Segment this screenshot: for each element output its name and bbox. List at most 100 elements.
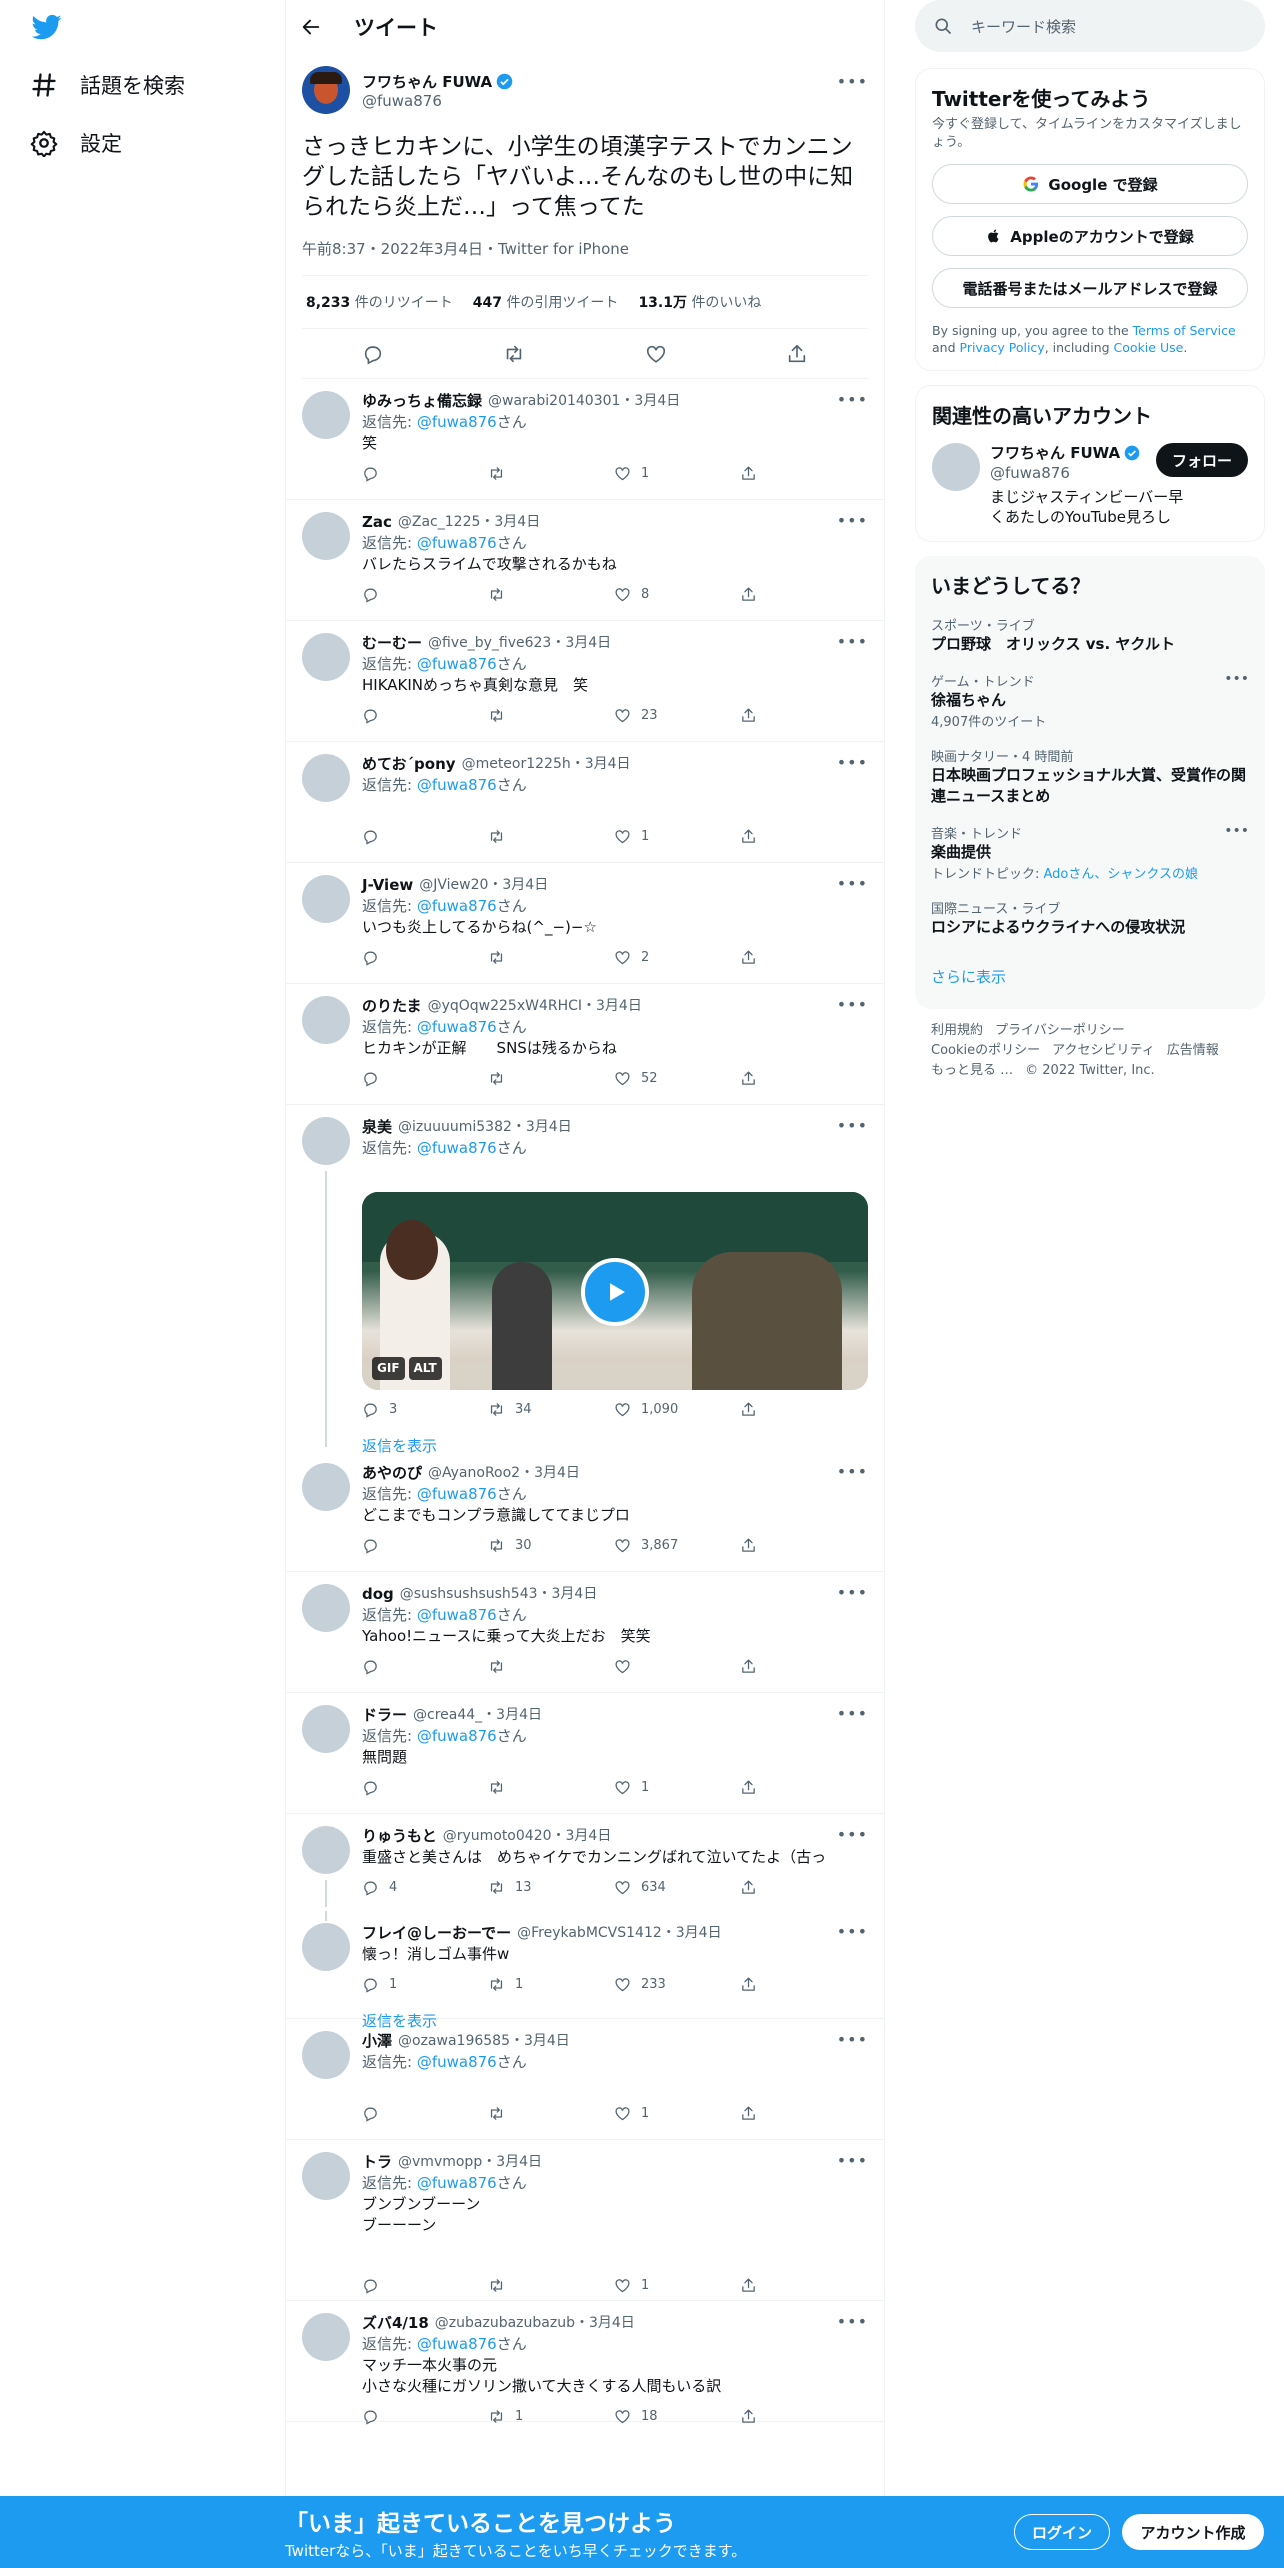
retweet-button[interactable]: 13 [488, 1877, 614, 1898]
reply-author-handle[interactable]: @yqOqw225xW4RHCI・3月4日 [428, 996, 642, 1017]
reply-author-handle[interactable]: @five_by_five623・3月4日 [428, 633, 611, 654]
reply-author-name[interactable]: ゆみっちょ備忘録 [362, 391, 482, 412]
reply-item[interactable]: めておˊpony @meteor1225h・3月4日 ••• 返信先: @fuwa87… [286, 742, 884, 863]
more-icon[interactable]: ••• [1224, 671, 1249, 687]
footer-accessibility[interactable]: アクセシビリティ [1052, 1043, 1155, 1058]
reply-item[interactable]: むーむー @five_by_five623・3月4日 ••• 返信先: @fuwa87… [286, 621, 884, 742]
reply-author-name[interactable]: 泉美 [362, 1117, 392, 1138]
retweet-count[interactable]: 8,233 件のリツイート [306, 292, 453, 312]
avatar[interactable] [302, 996, 350, 1044]
reply-button[interactable] [362, 2408, 488, 2425]
like-icon[interactable] [645, 343, 667, 365]
reply-to-handle[interactable]: @fuwa876 [417, 897, 497, 915]
like-button[interactable]: 1 [614, 2103, 740, 2124]
retweet-button[interactable] [488, 1070, 614, 1087]
reply-button[interactable] [362, 1779, 488, 1796]
reply-button[interactable] [362, 1070, 488, 1087]
reply-author-handle[interactable]: @FreykabMCVS1412・3月4日 [517, 1923, 721, 1944]
avatar[interactable] [302, 1923, 350, 1971]
more-icon[interactable]: ••• [837, 1582, 868, 1603]
avatar[interactable] [302, 875, 350, 923]
avatar[interactable] [302, 2313, 350, 2361]
like-button[interactable]: 1,090 [614, 1399, 740, 1420]
reply-button[interactable]: 1 [362, 1974, 488, 1995]
reply-button[interactable] [362, 707, 488, 724]
retweet-button[interactable] [488, 586, 614, 603]
more-icon[interactable]: ••• [837, 1703, 868, 1724]
reply-item[interactable]: ゆみっちょ備忘録 @warabi20140301・3月4日 ••• 返信先: @fuw… [286, 379, 884, 500]
reply-author-name[interactable]: dog [362, 1584, 394, 1605]
reply-button[interactable] [362, 2105, 488, 2122]
footer-terms[interactable]: 利用規約 [931, 1023, 983, 1038]
reply-author-handle[interactable]: @warabi20140301・3月4日 [488, 391, 680, 412]
reply-author-handle[interactable]: @izuuuumi5382・3月4日 [398, 1117, 572, 1138]
like-button[interactable]: 2 [614, 947, 740, 968]
reply-to-handle[interactable]: @fuwa876 [417, 2174, 497, 2192]
reply-author-handle[interactable]: @sushsushsush543・3月4日 [400, 1584, 598, 1605]
signup-button[interactable]: アカウント作成 [1122, 2514, 1264, 2550]
share-button[interactable] [740, 586, 866, 603]
more-icon[interactable]: ••• [837, 1921, 868, 1942]
share-button[interactable] [740, 2408, 866, 2425]
reply-button[interactable] [362, 465, 488, 482]
share-button[interactable] [740, 2105, 866, 2122]
more-icon[interactable]: ••• [837, 873, 868, 894]
retweet-button[interactable] [488, 1779, 614, 1796]
like-button[interactable]: 1 [614, 826, 740, 847]
share-button[interactable] [740, 1779, 866, 1796]
nav-settings[interactable]: 設定 [30, 128, 122, 158]
avatar[interactable] [302, 1463, 350, 1511]
reply-to-handle[interactable]: @fuwa876 [417, 655, 497, 673]
like-button[interactable]: 1 [614, 463, 740, 484]
trend-item[interactable]: 国際ニュース・ライブ ロシアによるウクライナへの侵攻状況 [931, 898, 1249, 938]
like-count[interactable]: 13.1万 件のいいね [638, 292, 761, 312]
follow-button[interactable]: フォロー [1156, 443, 1248, 477]
reply-to-handle[interactable]: @fuwa876 [417, 1485, 497, 1503]
cookie-link[interactable]: Cookie Use [1114, 340, 1184, 355]
reply-button[interactable]: 3 [362, 1399, 488, 1420]
share-button[interactable] [740, 828, 866, 845]
retweet-button[interactable]: 34 [488, 1399, 614, 1420]
more-icon[interactable]: ••• [837, 389, 868, 410]
reply-button[interactable] [362, 1658, 488, 1675]
avatar[interactable] [302, 2152, 350, 2200]
avatar[interactable] [302, 1705, 350, 1753]
reply-item[interactable]: ドラー @crea44_・3月4日 ••• 返信先: @fuwa876さん 無問題 1 [286, 1693, 884, 1814]
twitter-logo-icon[interactable] [30, 12, 66, 44]
reply-button[interactable]: 4 [362, 1877, 488, 1898]
reply-author-handle[interactable]: @Zac_1225・3月4日 [398, 512, 540, 533]
reply-item[interactable]: フレイ@しーおーでー @FreykabMCVS1412・3月4日 ••• 懐っ！消しゴ… [286, 1911, 884, 2030]
reply-author-handle[interactable]: @AyanoRoo2・3月4日 [428, 1463, 580, 1484]
reply-item[interactable]: Zac @Zac_1225・3月4日 ••• 返信先: @fuwa876さん バレたらス… [286, 500, 884, 621]
more-icon[interactable]: ••• [837, 1461, 868, 1482]
retweet-button[interactable]: 1 [488, 1974, 614, 1995]
reply-item[interactable]: のりたま @yqOqw225xW4RHCI・3月4日 ••• 返信先: @fuwa87… [286, 984, 884, 1105]
more-icon[interactable]: ••• [837, 1115, 868, 1136]
share-icon[interactable] [786, 343, 808, 365]
avatar[interactable] [302, 633, 350, 681]
share-button[interactable] [740, 1401, 866, 1418]
like-button[interactable]: 1 [614, 2275, 740, 2296]
reply-author-name[interactable]: あやのぴ [362, 1463, 422, 1484]
search-input[interactable]: キーワード検索 [971, 16, 1076, 37]
footer-more[interactable]: もっと見る … [931, 1063, 1013, 1078]
retweet-button[interactable] [488, 949, 614, 966]
like-button[interactable]: 1 [614, 1777, 740, 1798]
retweet-button[interactable]: 1 [488, 2406, 614, 2427]
reply-author-handle[interactable]: @vmvmopp・3月4日 [398, 2152, 542, 2173]
reply-icon[interactable] [362, 343, 384, 365]
reply-button[interactable] [362, 1537, 488, 1554]
reply-item[interactable]: りゅうもと @ryumoto0420・3月4日 ••• 重盛さと美さんは めちゃイケで… [286, 1814, 884, 1911]
share-button[interactable] [740, 1070, 866, 1087]
share-button[interactable] [740, 465, 866, 482]
more-icon[interactable]: ••• [837, 2029, 868, 2050]
tos-link[interactable]: Terms of Service [1133, 323, 1236, 338]
reply-author-name[interactable]: のりたま [362, 996, 422, 1017]
reply-author-handle[interactable]: @ryumoto0420・3月4日 [443, 1826, 612, 1847]
reply-to-handle[interactable]: @fuwa876 [417, 534, 497, 552]
avatar[interactable] [302, 391, 350, 439]
reply-author-handle[interactable]: @crea44_・3月4日 [413, 1705, 542, 1726]
share-button[interactable] [740, 1658, 866, 1675]
reply-item[interactable]: あやのぴ @AyanoRoo2・3月4日 ••• 返信先: @fuwa876さん どこま… [286, 1451, 884, 1572]
avatar[interactable] [302, 512, 350, 560]
